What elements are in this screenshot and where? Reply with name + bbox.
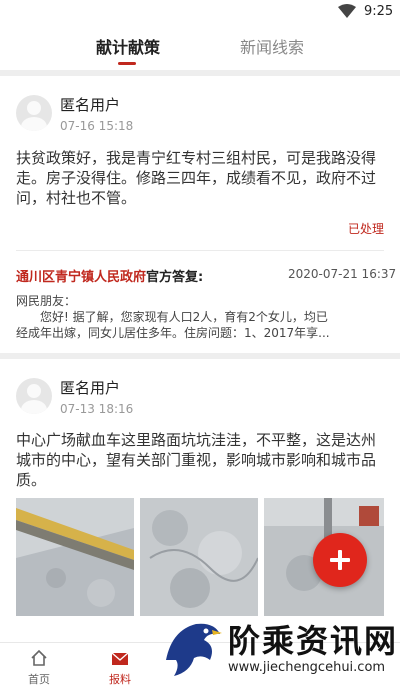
tab-news-leads[interactable]: 新闻线索: [240, 34, 304, 58]
watermark: 阶乘资讯网 www.jiechengcehui.com: [160, 610, 400, 690]
status-bar: 9:25: [0, 0, 400, 24]
home-icon: [31, 649, 47, 666]
watermark-text: 阶乘资讯网: [228, 622, 399, 660]
tab-bar: 献计献策 新闻线索: [0, 24, 400, 68]
post-time: 07-16 15:18: [60, 119, 134, 133]
post-photo[interactable]: [16, 498, 134, 616]
reply-date: 2020-07-21 16:37: [288, 267, 397, 281]
nav-home-label: 首页: [28, 673, 50, 686]
reply-suffix: 官方答复:: [146, 270, 204, 285]
reply-line: 经成年出嫁，同女儿居住多年。住房问题：1、2017年享...: [16, 326, 330, 340]
reply-org: 通川区青宁镇人民政府: [16, 270, 147, 285]
status-badge: 已处理: [348, 222, 385, 236]
divider: [16, 250, 384, 251]
add-post-button[interactable]: [313, 533, 367, 587]
avatar: [16, 95, 52, 131]
tab-suggestions[interactable]: 献计献策: [96, 34, 160, 58]
mail-icon: [111, 652, 129, 665]
wifi-icon: [338, 4, 356, 18]
nav-home[interactable]: 首页: [14, 647, 64, 691]
nav-report-label: 报料: [109, 673, 131, 686]
status-time: 9:25: [364, 4, 394, 19]
eagle-logo: [166, 623, 222, 676]
avatar: [16, 378, 52, 414]
post-text: 扶贫政策好，我是青宁红专村三组村民，可是我路没得走。房子没得住。修路三四年，成绩…: [16, 149, 377, 207]
reply-header: 通川区青宁镇人民政府官方答复:: [16, 266, 203, 285]
nav-report[interactable]: 报料: [95, 647, 145, 691]
post-time: 07-13 18:16: [60, 402, 134, 416]
post-text: 中心广场献血车这里路面坑坑洼洼，不平整，这是达州城市的中心，望有关部门重视，影响…: [16, 431, 377, 489]
username: 匿名用户: [60, 96, 121, 114]
post-photo[interactable]: [140, 498, 258, 616]
reply-body: 网民朋友： 您好! 据了解，您家现有人口2人，育有2个女儿，均已 经成年出嫁，同…: [16, 293, 384, 341]
username: 匿名用户: [60, 379, 121, 397]
divider: [0, 353, 400, 359]
reply-line: 您好! 据了解，您家现有人口2人，育有2个女儿，均已: [40, 310, 328, 324]
reply-line: 网民朋友：: [16, 294, 77, 308]
active-tab-indicator: [118, 62, 136, 65]
watermark-url: www.jiechengcehui.com: [228, 660, 386, 675]
divider: [0, 70, 400, 76]
